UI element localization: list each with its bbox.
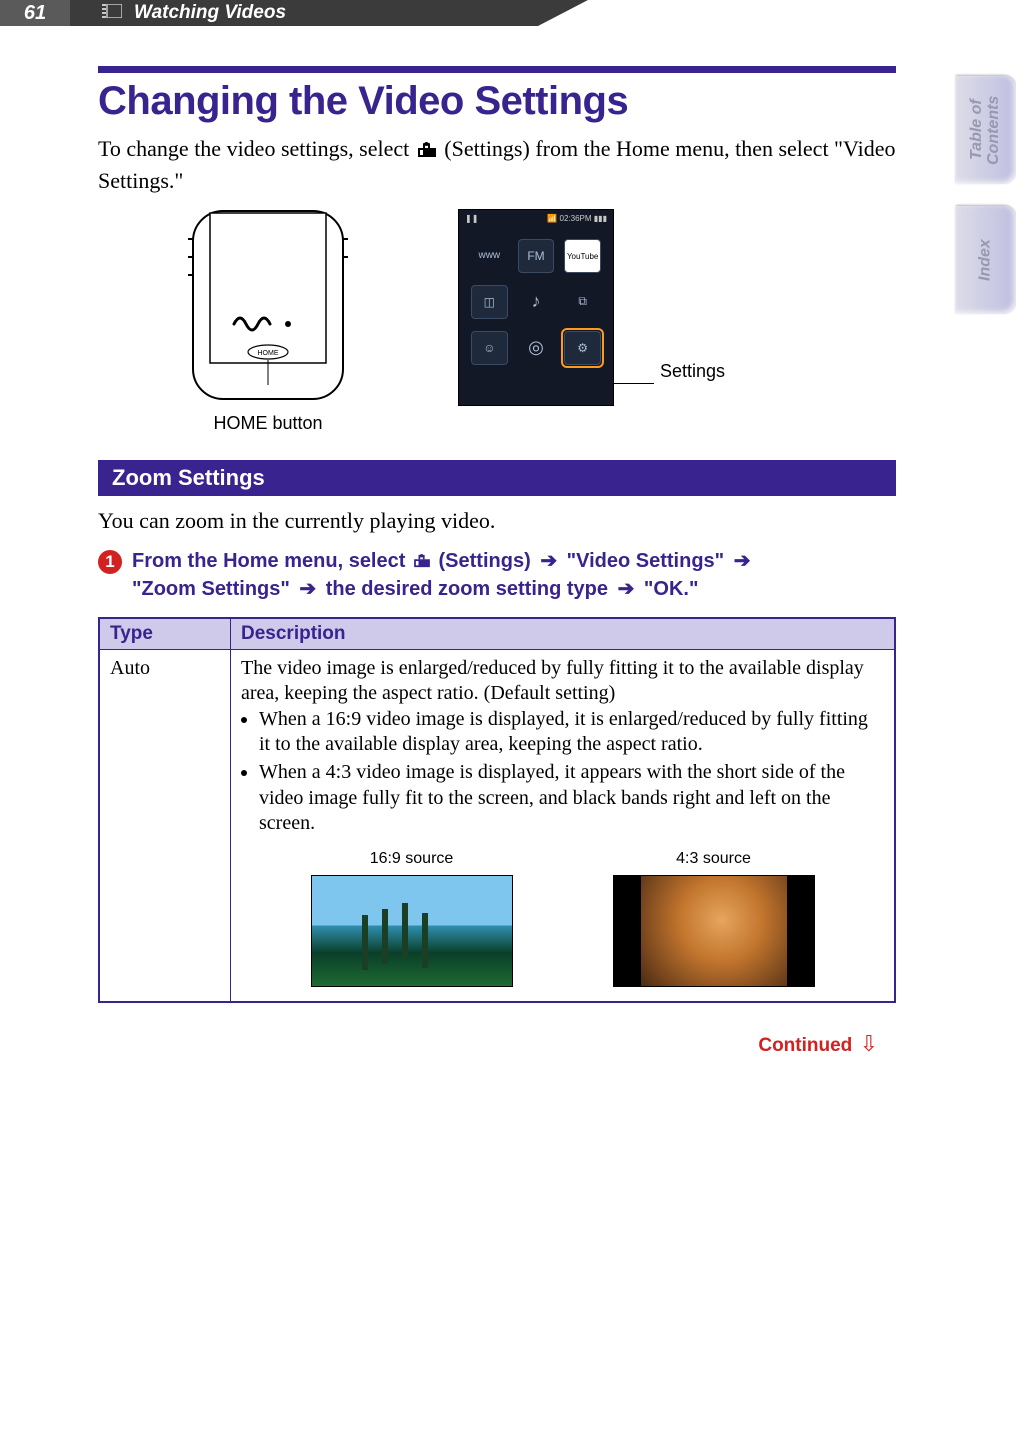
example-169-thumb	[311, 875, 513, 987]
down-arrow-icon: ⇩	[860, 1031, 878, 1056]
example-43-thumb	[613, 875, 815, 987]
arrow-icon: ➔	[299, 578, 316, 600]
page-title: Changing the Video Settings	[98, 79, 896, 124]
continued-label: Continued	[758, 1035, 852, 1056]
menu-playlists: ☺	[471, 331, 508, 365]
col-description-header: Description	[231, 618, 896, 650]
desc-bullet: When a 4:3 video image is displayed, it …	[259, 760, 884, 837]
intro-part-1: To change the video settings, select	[98, 136, 415, 161]
zoom-intro: You can zoom in the currently playing vi…	[98, 508, 896, 534]
status-battery-icon: ▮▮▮	[594, 214, 607, 223]
menu-fm: FM	[518, 239, 555, 273]
tab-index[interactable]: Index	[956, 206, 1016, 314]
status-time: 02:36PM	[560, 214, 592, 223]
cell-type: Auto	[99, 649, 231, 1002]
home-menu-screenshot: ❚❚ 📶 02:36PM ▮▮▮ www FM YouTube ◫ ♪ ⧉ ☺ …	[458, 209, 614, 406]
desc-bullet: When a 16:9 video image is displayed, it…	[259, 707, 884, 758]
cell-description: The video image is enlarged/reduced by f…	[231, 649, 896, 1002]
table-row: Auto The video image is enlarged/reduced…	[99, 649, 895, 1002]
step-1-text: From the Home menu, select (Settings) ➔ …	[132, 548, 754, 602]
zoom-settings-heading: Zoom Settings	[98, 460, 896, 496]
tab-table-of-contents[interactable]: Table of Contents	[956, 76, 1016, 184]
callout-line	[614, 383, 654, 384]
settings-icon	[413, 549, 431, 576]
menu-youtube: YouTube	[564, 239, 601, 273]
menu-photos: ◫	[471, 285, 508, 319]
page-number: 61	[0, 0, 70, 26]
arrow-icon: ➔	[618, 578, 635, 600]
menu-settings: ⚙	[564, 331, 601, 365]
menu-music: ♪	[518, 285, 555, 317]
settings-callout-label: Settings	[660, 361, 725, 382]
step-number-badge: 1	[98, 550, 122, 574]
device-outline: HOME	[138, 209, 398, 409]
home-button-label: HOME button	[213, 413, 322, 434]
menu-nowplaying: ◎	[518, 331, 555, 363]
video-section-icon	[102, 4, 122, 23]
status-pause-icon: ❚❚	[465, 214, 478, 223]
figure-row: HOME HOME button ❚❚ 📶 02:36PM ▮▮▮ www	[138, 209, 896, 434]
status-signal-icon: 📶	[547, 214, 557, 223]
example-169-label: 16:9 source	[370, 849, 454, 869]
step-1: 1 From the Home menu, select (Settings) …	[98, 548, 896, 602]
arrow-icon: ➔	[540, 550, 557, 572]
intro-text: To change the video settings, select (Se…	[98, 134, 896, 195]
desc-lead: The video image is enlarged/reduced by f…	[241, 657, 864, 705]
section-title: Watching Videos	[134, 2, 286, 24]
svg-text:HOME: HOME	[258, 350, 279, 357]
top-bar: 61 Watching Videos	[0, 0, 1016, 26]
title-rule	[98, 66, 896, 73]
arrow-icon: ➔	[734, 550, 751, 572]
device-figure: HOME HOME button	[138, 209, 398, 434]
settings-icon	[417, 136, 437, 166]
side-tabs: Table of Contents Index	[956, 76, 1016, 314]
continued-indicator: Continued ⇩	[98, 1031, 878, 1057]
col-type-header: Type	[99, 618, 231, 650]
menu-video: ⧉	[564, 285, 601, 317]
zoom-settings-table: Type Description Auto The video image is…	[98, 617, 896, 1004]
menu-www: www	[471, 239, 508, 271]
example-43-label: 4:3 source	[676, 849, 751, 869]
